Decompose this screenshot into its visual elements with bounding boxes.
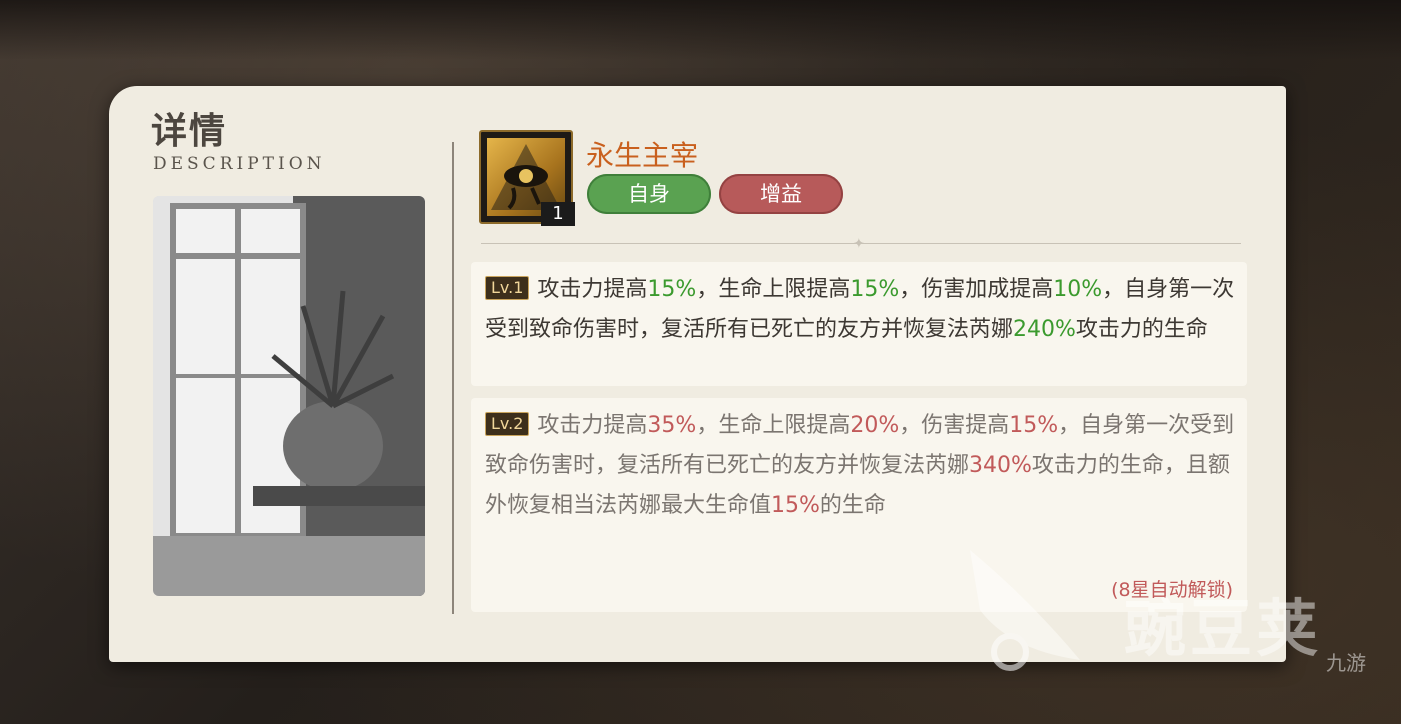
skill-name: 永生主宰 [586,139,699,172]
description-panel: 详情 DESCRIPTION 1 永生主宰 自身 增益 ✦ Lv.1 攻击力提高… [109,86,1286,662]
highlight-value: 20% [850,413,900,438]
highlight-value: 340% [969,453,1032,478]
description-text: ，伤害加成提高 [899,277,1054,302]
skill-level-badge: 1 [541,202,575,226]
unlock-note: (8星自动解锁) [1111,579,1233,601]
description-text: 的生命 [819,493,886,518]
highlight-value: 15% [771,493,820,518]
level-2-card: Lv.2 攻击力提高35%，生命上限提高20%，伤害提高15%，自身第一次受到致命… [471,398,1247,612]
horizontal-divider: ✦ [481,236,1241,252]
description-text: 攻击力提高 [537,277,648,302]
highlight-value: 15% [850,277,900,302]
highlight-value: 240% [1013,317,1076,342]
character-artwork [153,196,425,596]
level-1-card: Lv.1 攻击力提高15%，生命上限提高15%，伤害加成提高10%，自身第一次受到… [471,262,1247,386]
level-2-text: Lv.2 攻击力提高35%，生命上限提高20%，伤害提高15%，自身第一次受到致命… [485,406,1237,526]
description-text: ，生命上限提高 [696,277,851,302]
description-text: 攻击力的生命 [1075,317,1208,342]
tag-buff: 增益 [719,174,843,214]
background-shade [0,0,1401,60]
description-text: ，伤害提高 [899,413,1010,438]
highlight-value: 35% [647,413,697,438]
highlight-value: 10% [1053,277,1103,302]
sparkle-icon: ✦ [853,236,865,252]
level-1-badge: Lv.1 [485,276,530,300]
highlight-value: 15% [1009,413,1059,438]
artwork-illustration [153,196,425,596]
level-2-badge: Lv.2 [485,412,530,436]
vertical-divider [452,142,454,614]
tag-self: 自身 [587,174,711,214]
panel-subtitle: DESCRIPTION [153,154,326,174]
level-1-text: Lv.1 攻击力提高15%，生命上限提高15%，伤害加成提高10%，自身第一次受到… [485,270,1237,350]
description-text: ，生命上限提高 [696,413,851,438]
highlight-value: 15% [647,277,697,302]
description-text: 攻击力提高 [537,413,648,438]
panel-title: 详情 [151,110,228,152]
